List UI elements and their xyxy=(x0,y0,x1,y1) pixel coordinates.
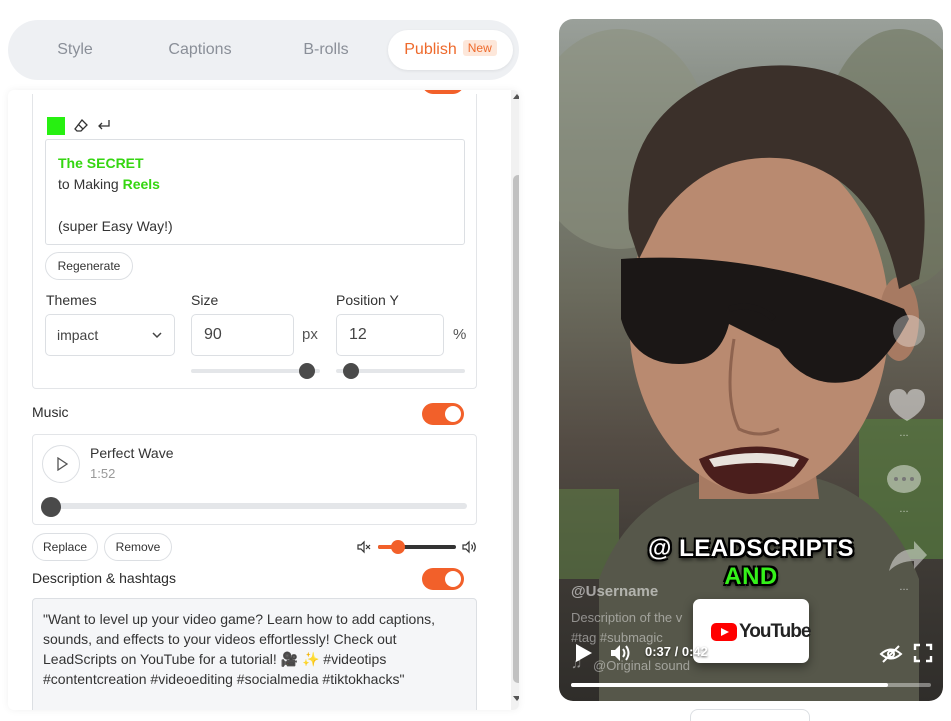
publish-panel: The SECRET to Making Reels (super Easy W… xyxy=(8,90,519,710)
music-toggle[interactable] xyxy=(422,403,464,425)
tab-publish-label: Publish xyxy=(404,41,457,58)
tab-style-label: Style xyxy=(57,41,93,58)
hook-line-2-prefix: to Making xyxy=(58,176,119,192)
music-label: Music xyxy=(32,404,69,420)
video-progress-bar[interactable] xyxy=(571,683,931,687)
preview-description: Description of the v xyxy=(571,610,683,625)
fullscreen-icon[interactable] xyxy=(913,643,933,663)
position-y-slider-knob[interactable] xyxy=(343,363,360,379)
track-name: Perfect Wave xyxy=(90,445,174,461)
track-progress-slider[interactable] xyxy=(43,503,467,509)
tab-captions-label: Captions xyxy=(168,41,232,58)
hook-settings-card: The SECRET to Making Reels (super Easy W… xyxy=(32,94,477,389)
position-y-input[interactable]: 12 xyxy=(336,314,444,356)
remove-music-button[interactable]: Remove xyxy=(104,533,172,561)
themes-label: Themes xyxy=(46,292,97,308)
hook-line-3: (super Easy Way!) xyxy=(58,218,173,234)
youtube-label: YouTube xyxy=(739,621,811,642)
play-icon[interactable] xyxy=(572,642,594,664)
scroll-down-arrow[interactable] xyxy=(513,696,519,701)
hook-color-swatch[interactable] xyxy=(47,117,65,135)
replace-music-button[interactable]: Replace xyxy=(32,533,98,561)
like-icon[interactable] xyxy=(889,389,925,421)
preview-sound: @Original sound xyxy=(593,658,691,673)
tab-captions[interactable]: Captions xyxy=(156,30,244,70)
chevron-down-icon xyxy=(152,332,162,339)
size-unit: px xyxy=(302,326,318,343)
below-video-button[interactable] xyxy=(690,709,810,721)
preview-username: @Username xyxy=(571,583,659,600)
track-duration: 1:52 xyxy=(90,466,116,481)
volume-knob[interactable] xyxy=(390,540,405,554)
theme-select-value: impact xyxy=(57,327,99,343)
volume-icon[interactable] xyxy=(609,642,633,664)
description-textarea[interactable]: "Want to level up your video game? Learn… xyxy=(32,598,477,710)
comment-count: ... xyxy=(899,503,909,515)
playback-time: 0:37 / 0:42 xyxy=(645,644,708,659)
eraser-icon[interactable] xyxy=(73,118,89,134)
description-label: Description & hashtags xyxy=(32,570,176,586)
size-slider-knob[interactable] xyxy=(299,363,316,379)
volume-up-icon[interactable] xyxy=(461,539,477,555)
editor-tabs: Style Captions B-rolls Publish New xyxy=(8,20,519,80)
caption-line-1: @ LEADSCRIPTS xyxy=(648,535,854,562)
captions-hidden-icon[interactable] xyxy=(879,643,903,665)
tab-b-rolls-label: B-rolls xyxy=(303,41,349,58)
tab-style[interactable]: Style xyxy=(40,30,110,70)
scroll-up-arrow[interactable] xyxy=(513,94,519,99)
hook-line-2-highlight: Reels xyxy=(122,176,160,192)
like-count: ... xyxy=(899,427,909,439)
music-play-button[interactable] xyxy=(42,445,80,483)
hook-text-editor[interactable]: The SECRET to Making Reels (super Easy W… xyxy=(45,139,465,245)
position-y-unit: % xyxy=(453,326,467,343)
panel-scrollbar[interactable] xyxy=(511,90,519,710)
theme-select[interactable]: impact xyxy=(45,314,175,356)
video-progress-fill xyxy=(571,683,888,687)
hook-line-1: The SECRET xyxy=(58,155,144,171)
panel-scrollbar-thumb[interactable] xyxy=(513,175,519,683)
video-preview[interactable]: ... ... ... @ LEADSCRIPTS AND @Username … xyxy=(559,19,943,701)
play-icon xyxy=(57,457,68,471)
size-input[interactable]: 90 xyxy=(191,314,294,356)
position-y-label: Position Y xyxy=(336,292,399,308)
tab-publish[interactable]: Publish New xyxy=(388,30,513,70)
music-track-card: Perfect Wave 1:52 xyxy=(32,434,477,525)
description-toggle[interactable] xyxy=(422,568,464,590)
regenerate-button[interactable]: Regenerate xyxy=(45,252,133,280)
size-label: Size xyxy=(191,292,219,308)
volume-slider[interactable] xyxy=(378,545,456,549)
volume-mute-icon[interactable] xyxy=(356,539,372,555)
tab-b-rolls[interactable]: B-rolls xyxy=(290,30,362,70)
youtube-badge: YouTube xyxy=(693,599,811,663)
return-icon[interactable] xyxy=(96,117,112,133)
youtube-logo-icon xyxy=(711,623,737,641)
new-badge: New xyxy=(462,40,497,56)
track-progress-knob[interactable] xyxy=(41,497,61,517)
